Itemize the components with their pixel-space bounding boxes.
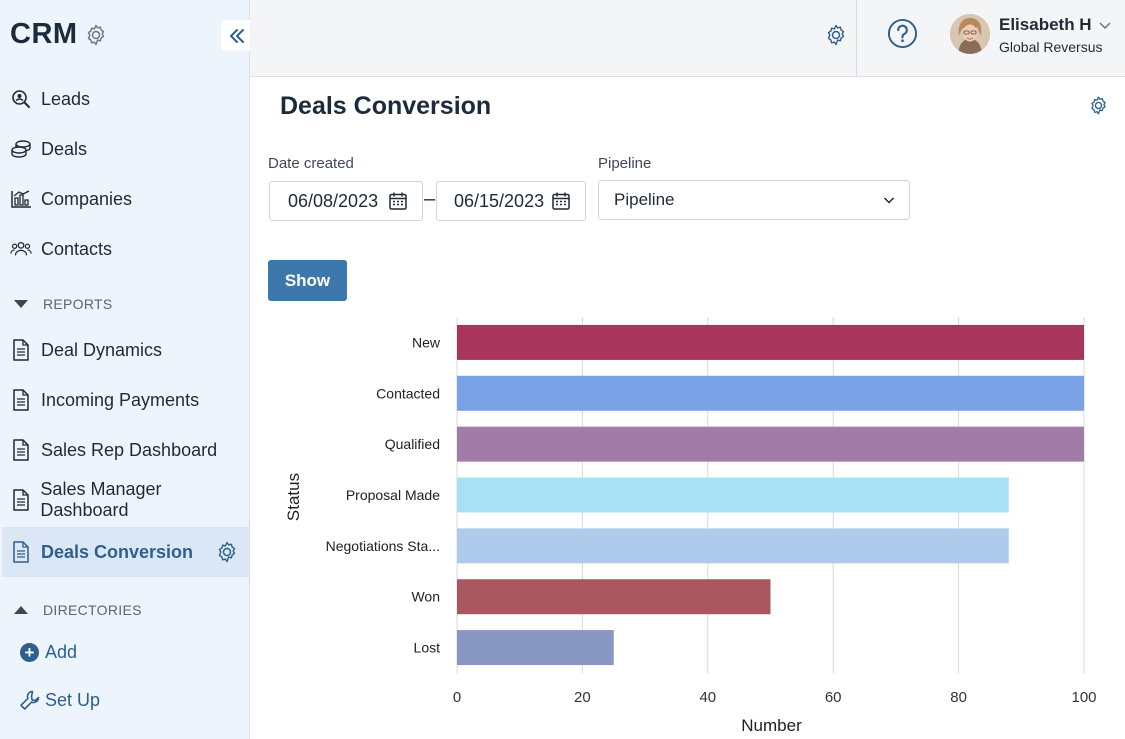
sidebar-item-sales-rep-dashboard[interactable]: Sales Rep Dashboard xyxy=(0,428,249,472)
setup-link[interactable]: Set Up xyxy=(18,688,100,712)
y-tick-label: Proposal Made xyxy=(346,487,440,503)
directories-section-toggle[interactable]: DIRECTORIES xyxy=(14,602,142,618)
bar xyxy=(457,375,1084,411)
topbar-divider xyxy=(856,0,857,77)
add-directory-link[interactable]: + Add xyxy=(20,642,77,663)
sidebar-item-companies[interactable]: Companies xyxy=(0,177,249,221)
pipeline-select[interactable]: Pipeline xyxy=(598,180,910,220)
gear-icon[interactable] xyxy=(1088,95,1109,116)
sidebar-item-label: Sales Manager Dashboard xyxy=(40,479,162,520)
date-to-value: 06/15/2023 xyxy=(454,190,545,211)
x-axis-title: Number xyxy=(741,716,802,735)
add-label: Add xyxy=(45,642,78,662)
brand: CRM xyxy=(10,18,108,51)
deals-conversion-chart: 0 20 40 60 80 100 New Contacted Qualified Proposa… xyxy=(284,317,1097,735)
document-icon xyxy=(10,439,32,461)
sidebar-item-sales-manager-dashboard[interactable]: Sales Manager Dashboard xyxy=(0,478,249,522)
help-icon[interactable] xyxy=(887,18,918,49)
search-user-icon xyxy=(10,88,32,110)
chevron-down-icon xyxy=(883,197,895,204)
x-tick-label: 0 xyxy=(453,689,461,706)
people-icon xyxy=(10,238,32,260)
gear-icon[interactable] xyxy=(84,23,108,47)
wrench-icon xyxy=(20,690,40,710)
chart-bars-icon xyxy=(10,188,32,210)
topbar: Elisabeth H Global Reversus xyxy=(250,0,1125,77)
bar xyxy=(457,426,1084,462)
x-tick-label: 40 xyxy=(699,689,716,706)
x-tick-label: 60 xyxy=(825,689,842,706)
avatar[interactable] xyxy=(950,14,990,54)
y-tick-label: Qualified xyxy=(385,436,440,452)
brand-title: CRM xyxy=(10,18,78,50)
y-tick-label: Won xyxy=(411,589,440,605)
y-tick-label: Contacted xyxy=(376,385,440,401)
show-button[interactable]: Show xyxy=(268,260,347,301)
x-tick-label: 80 xyxy=(950,689,967,706)
plus-circle-icon: + xyxy=(20,643,39,662)
chevron-down-icon xyxy=(1099,22,1111,30)
user-name: Elisabeth H xyxy=(999,15,1092,34)
date-range-separator: – xyxy=(424,188,436,210)
bar xyxy=(457,477,1009,513)
directories-section-label: DIRECTORIES xyxy=(43,602,142,618)
document-icon xyxy=(10,389,32,411)
sidebar-item-label: Deals Conversion xyxy=(41,541,194,562)
bar xyxy=(457,579,771,615)
pipeline-value: Pipeline xyxy=(614,190,675,209)
calendar-icon[interactable] xyxy=(551,191,571,211)
sidebar-item-label: Deal Dynamics xyxy=(41,339,163,360)
sidebar: CRM Leads Deals Companies Contacts REPOR… xyxy=(0,0,253,739)
user-photo xyxy=(950,14,990,54)
sidebar-item-label: Contacts xyxy=(41,238,113,259)
sidebar-item-label: Deals xyxy=(41,138,88,159)
caret-down-icon xyxy=(14,300,28,308)
sidebar-item-leads[interactable]: Leads xyxy=(0,77,249,121)
coins-icon xyxy=(10,138,32,160)
x-tick-label: 20 xyxy=(574,689,591,706)
sidebar-item-deals-conversion[interactable]: Deals Conversion xyxy=(2,527,249,577)
sidebar-item-incoming-payments[interactable]: Incoming Payments xyxy=(0,378,249,422)
sidebar-item-label: Incoming Payments xyxy=(41,389,200,410)
date-created-label: Date created xyxy=(268,155,354,172)
gear-icon[interactable] xyxy=(215,540,239,564)
x-tick-label: 100 xyxy=(1071,689,1096,706)
sidebar-item-label: Companies xyxy=(41,188,133,209)
date-from-value: 06/08/2023 xyxy=(288,190,379,211)
reports-section-toggle[interactable]: REPORTS xyxy=(14,296,113,312)
bar xyxy=(457,324,1084,360)
double-chevron-left-icon xyxy=(230,28,244,43)
page-title: Deals Conversion xyxy=(280,92,492,120)
caret-up-icon xyxy=(14,606,28,614)
pipeline-label: Pipeline xyxy=(598,155,652,172)
bar xyxy=(457,630,614,666)
sidebar-item-label: Leads xyxy=(41,88,91,109)
y-tick-label: New xyxy=(412,334,441,350)
user-menu[interactable]: Elisabeth H xyxy=(999,15,1112,35)
setup-label: Set Up xyxy=(45,689,101,710)
calendar-icon[interactable] xyxy=(388,191,408,211)
sidebar-item-contacts[interactable]: Contacts xyxy=(0,227,249,271)
sidebar-item-deals[interactable]: Deals xyxy=(0,127,249,171)
date-to-field[interactable]: 06/15/2023 xyxy=(436,181,586,221)
sidebar-item-deal-dynamics[interactable]: Deal Dynamics xyxy=(0,328,249,372)
user-org: Global Reversus xyxy=(999,39,1103,55)
document-icon xyxy=(10,339,32,361)
reports-section-label: REPORTS xyxy=(43,296,113,312)
y-tick-label: Lost xyxy=(414,640,441,656)
collapse-sidebar-button[interactable] xyxy=(221,20,253,51)
document-icon xyxy=(10,489,31,511)
bar xyxy=(457,528,1009,564)
sidebar-item-label: Sales Rep Dashboard xyxy=(41,439,218,460)
y-axis-title: Status xyxy=(284,473,303,521)
gear-icon[interactable] xyxy=(824,23,848,47)
y-tick-label: Negotiations Sta... xyxy=(326,538,440,554)
date-from-field[interactable]: 06/08/2023 xyxy=(269,181,423,221)
document-icon xyxy=(10,541,32,563)
